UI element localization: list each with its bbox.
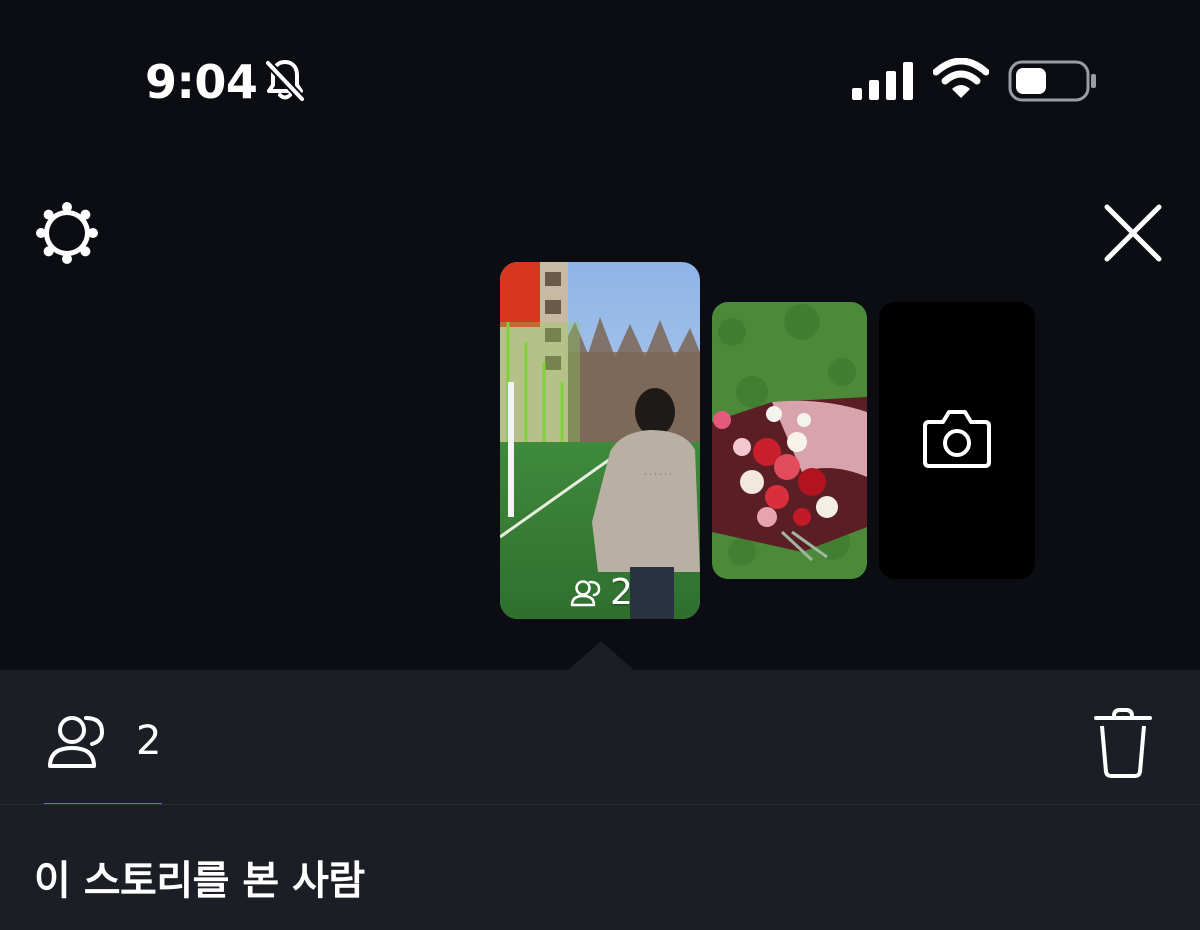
trash-icon	[1094, 708, 1152, 778]
settings-button[interactable]	[34, 200, 100, 266]
viewers-sheet: 2 이 스토리를 본 사람	[0, 670, 1200, 930]
story-viewer-count: 2	[610, 572, 633, 613]
story-viewer-badge: 2	[570, 572, 633, 613]
close-button[interactable]	[1100, 200, 1166, 266]
cellular-signal-icon	[852, 62, 913, 100]
story-photo-person-on-field: · · · · · ·	[500, 262, 700, 619]
bell-slash-icon	[265, 60, 305, 102]
gear-icon	[36, 202, 98, 264]
sheet-divider	[0, 804, 1200, 805]
status-time: 9:04	[145, 55, 258, 109]
story-photo-bouquet	[712, 302, 867, 579]
delete-story-button[interactable]	[1090, 706, 1156, 782]
story-thumbnail-flowers[interactable]	[712, 302, 867, 579]
svg-text:· · · · · ·: · · · · · ·	[644, 470, 672, 479]
viewers-count: 2	[136, 718, 162, 764]
people-icon	[570, 579, 601, 606]
people-icon	[48, 716, 105, 768]
close-icon	[1104, 204, 1162, 262]
sheet-pointer	[567, 641, 635, 671]
viewers-tab[interactable]: 2	[44, 706, 162, 806]
battery-icon	[1008, 60, 1096, 102]
camera-icon	[923, 410, 991, 468]
status-bar: 9:04	[0, 0, 1200, 170]
viewers-section-title: 이 스토리를 본 사람	[34, 858, 365, 904]
add-story-button[interactable]	[879, 302, 1035, 579]
story-thumbnail-current[interactable]: · · · · · · 2	[500, 262, 700, 619]
sheet-header: 2	[0, 670, 1200, 806]
wifi-icon	[933, 58, 989, 98]
